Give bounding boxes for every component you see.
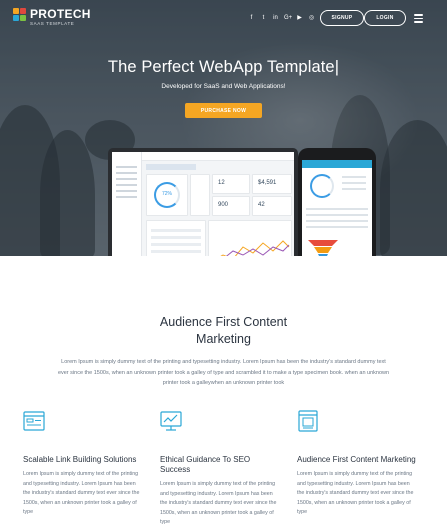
stat-value: 900 (218, 202, 229, 208)
stat-card: 900 (212, 196, 250, 216)
progress-card: 72% (146, 174, 188, 216)
hamburger-icon[interactable] (414, 14, 423, 25)
hero-subtitle: Developed for SaaS and Web Applications! (161, 83, 286, 90)
section-description: Lorem Ipsum is simply dummy text of the … (57, 359, 390, 386)
feature-text: Lorem Ipsum is simply dummy text of the … (160, 481, 277, 525)
stat-card: 42 (252, 196, 292, 216)
link-building-icon (23, 411, 45, 431)
section-title: Audience First Content Marketing (159, 315, 288, 346)
progress-value: 72% (161, 191, 172, 197)
stat-card: 12 (212, 174, 250, 194)
feature-title: Scalable Link Building Solutions (23, 455, 137, 464)
seo-chart-icon (160, 411, 182, 431)
user-list-card (146, 220, 206, 256)
feature-text: Lorem Ipsum is simply dummy text of the … (297, 471, 414, 515)
brand-name: PROTECH (30, 7, 91, 21)
social-links: f t in G+ ▶ ◎ (248, 14, 315, 22)
hero-title: The Perfect WebApp Template| (107, 58, 340, 76)
logo-mark-icon (13, 8, 27, 22)
feature-item: Audience First Content Marketing Lorem I… (297, 410, 417, 518)
stat-card: $4,591 (252, 174, 292, 194)
line-chart (220, 240, 290, 256)
signup-button[interactable]: SIGNUP (320, 10, 364, 26)
google-plus-icon[interactable]: G+ (284, 14, 292, 22)
stat-value: $4,591 (258, 180, 277, 186)
feature-text: Lorem Ipsum is simply dummy text of the … (23, 471, 140, 515)
youtube-icon[interactable]: ▶ (296, 14, 303, 22)
logo[interactable]: PROTECH SAAS TEMPLATE (13, 8, 91, 26)
dashboard-tabs (146, 164, 196, 170)
hero-section: PROTECH SAAS TEMPLATE f t in G+ ▶ ◎ SIGN… (0, 0, 447, 256)
dashboard-screen: 72% 12 $4,591 900 42 (112, 152, 294, 256)
stat-value: 42 (258, 202, 265, 208)
twitter-icon[interactable]: t (260, 14, 267, 22)
facebook-icon[interactable]: f (248, 14, 255, 22)
content-marketing-icon (298, 410, 318, 432)
instagram-icon[interactable]: ◎ (308, 14, 315, 22)
funnel-chart (308, 240, 338, 256)
feature-title: Ethical Guidance To SEO Success (160, 455, 251, 474)
small-card (190, 174, 210, 216)
phone-screen (302, 160, 372, 256)
login-button[interactable]: LOGIN (364, 10, 406, 26)
phone-mockup (298, 148, 376, 256)
feature-item: Scalable Link Building Solutions Lorem I… (23, 410, 143, 518)
laptop-mockup: 72% 12 $4,591 900 42 (108, 148, 298, 256)
linkedin-icon[interactable]: in (272, 14, 279, 22)
stat-value: 12 (218, 180, 225, 186)
brand-tagline: SAAS TEMPLATE (30, 21, 75, 26)
line-chart-card (208, 220, 292, 256)
feature-item: Ethical Guidance To SEO Success Lorem Ip… (160, 410, 280, 528)
feature-title: Audience First Content Marketing (297, 455, 416, 464)
dashboard-sidebar (112, 152, 142, 256)
purchase-now-button[interactable]: PURCHASE NOW (185, 103, 262, 118)
